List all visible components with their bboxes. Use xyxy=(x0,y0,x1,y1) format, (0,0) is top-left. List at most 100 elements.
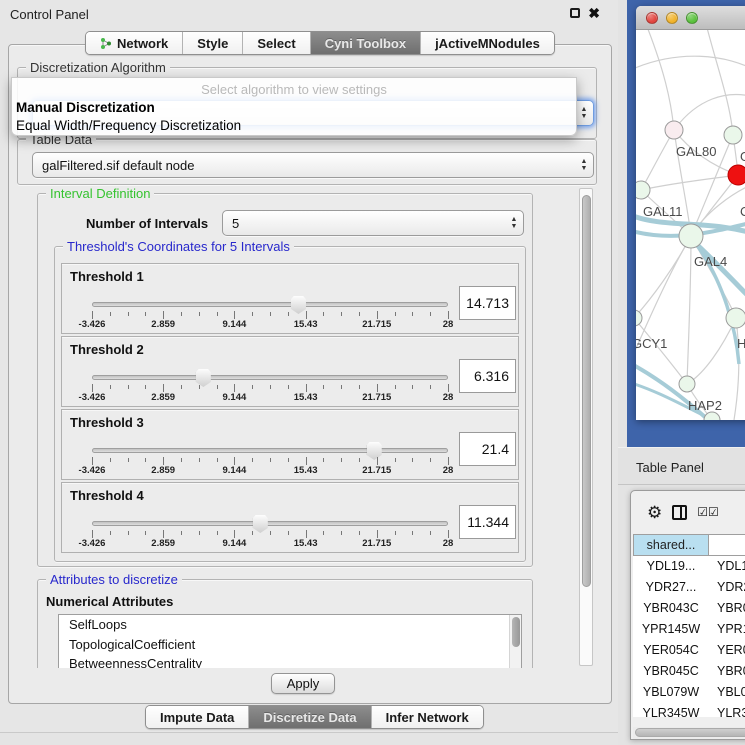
table-hscrollbar xyxy=(633,727,745,739)
table-row[interactable]: YDL19...YDL1 xyxy=(633,556,745,577)
network-edge xyxy=(687,236,691,384)
list-scrollbar-thumb[interactable] xyxy=(512,617,520,647)
table-row[interactable]: YDR27...YDR2 xyxy=(633,577,745,598)
tab-style[interactable]: Style xyxy=(183,32,243,54)
table-cell: YPR145W xyxy=(633,619,709,640)
threshold-slider-track[interactable] xyxy=(92,302,448,307)
columns-icon[interactable] xyxy=(672,505,687,520)
close-traffic-light-icon[interactable] xyxy=(646,12,658,24)
table-hscrollbar-thumb[interactable] xyxy=(635,728,745,737)
slider-tick-labels: -3.4262.8599.14415.4321.71528 xyxy=(92,465,448,477)
float-window-icon[interactable] xyxy=(570,8,580,18)
tab-impute-data[interactable]: Impute Data xyxy=(146,706,249,728)
network-desktop: GAL80GACGAL11GAL4GCY1HHAP2 xyxy=(627,0,745,447)
table-cell: YDR27... xyxy=(633,577,709,598)
table-panel-title: Table Panel xyxy=(636,460,704,475)
table-cell: YER054C xyxy=(633,640,709,661)
tab-discretize-data[interactable]: Discretize Data xyxy=(249,706,371,728)
table-column-header[interactable]: shared... xyxy=(633,534,709,556)
network-node-label: HAP2 xyxy=(688,398,722,413)
table-row[interactable]: YBR045CYBR0 xyxy=(633,661,745,682)
table-column-header[interactable]: n... xyxy=(709,534,745,556)
network-edge xyxy=(636,318,687,384)
network-node-gcy1[interactable] xyxy=(636,310,642,326)
network-edge xyxy=(674,95,745,130)
number-of-intervals-value: 5 xyxy=(223,216,505,231)
table-cell: YBL079W xyxy=(633,682,709,703)
network-node-gal11[interactable] xyxy=(636,181,650,199)
table-data-combobox[interactable]: galFiltered.sif default node ▲▼ xyxy=(32,152,594,178)
table-cell: YBR0 xyxy=(709,661,745,682)
threshold-value-field[interactable] xyxy=(459,359,516,393)
network-edge xyxy=(641,175,738,190)
dropdown-option-equal-width-frequency[interactable]: Equal Width/Frequency Discretization xyxy=(16,118,241,133)
table-cell: YLR345W xyxy=(633,703,709,717)
node-table: shared...n...YDL19...YDL1YDR27...YDR2YBR… xyxy=(633,534,745,717)
slider-ticks xyxy=(92,530,448,538)
tab-label: Style xyxy=(197,36,228,51)
network-icon xyxy=(100,37,112,50)
table-row[interactable]: YBR043CYBR0 xyxy=(633,598,745,619)
table-row[interactable]: YLR345WYLR3 xyxy=(633,703,745,717)
threshold-row-2: Threshold 2-3.4262.8599.14415.4321.71528 xyxy=(61,336,519,407)
zoom-traffic-light-icon[interactable] xyxy=(686,12,698,24)
network-node-c[interactable] xyxy=(728,165,745,185)
tab-network[interactable]: Network xyxy=(86,32,183,54)
top-tab-bar: Network Style SelectCyni Toolbox jActiveMNo… xyxy=(85,31,555,55)
table-cell: YBR0 xyxy=(709,598,745,619)
number-of-intervals-combobox[interactable]: 5 ▲▼ xyxy=(222,210,524,236)
dropdown-option-manual-discretization[interactable]: Manual Discretization xyxy=(16,100,155,115)
tab-label: Infer Network xyxy=(386,710,469,725)
slider-ticks xyxy=(92,457,448,465)
main-scrollbar-thumb[interactable] xyxy=(582,195,591,587)
network-node-label: C xyxy=(740,204,745,219)
threshold-slider-track[interactable] xyxy=(92,375,448,380)
table-toolbar: ⚙ ☑☑ xyxy=(631,491,745,533)
table-row[interactable]: YER054CYER0 xyxy=(633,640,745,661)
close-icon[interactable]: ✖ xyxy=(588,8,600,18)
settings-scroll-area: Interval Definition Number of Intervals … xyxy=(15,187,579,668)
threshold-slider-track[interactable] xyxy=(92,521,448,526)
network-node-ga[interactable] xyxy=(724,126,742,144)
bottom-tab-bar: Impute Data Discretize Data Infer Network xyxy=(145,705,484,729)
table-row[interactable]: YPR145WYPR1 xyxy=(633,619,745,640)
combo-arrows-icon: ▲▼ xyxy=(575,159,593,172)
tab-infer-network[interactable]: Infer Network xyxy=(372,706,483,728)
attribute-list-item[interactable]: TopologicalCoefficient xyxy=(59,635,521,655)
threshold-row-3: Threshold 3-3.4262.8599.14415.4321.71528 xyxy=(61,409,519,480)
network-node-label: GAL80 xyxy=(676,144,716,159)
thresholds-group: Threshold's Coordinates for 5 Intervals … xyxy=(54,246,526,562)
network-node-h[interactable] xyxy=(726,308,745,328)
minimize-traffic-light-icon[interactable] xyxy=(666,12,678,24)
right-panel: GAL80GACGAL11GAL4GCY1HHAP2 Table Panel ⚙… xyxy=(618,0,745,745)
slider-tick-labels: -3.4262.8599.14415.4321.71528 xyxy=(92,392,448,404)
page-title: Control Panel xyxy=(10,7,89,22)
network-node-hap2[interactable] xyxy=(679,376,695,392)
attribute-list-item[interactable]: BetweennessCentrality xyxy=(59,654,521,668)
slider-tick-labels: -3.4262.8599.14415.4321.71528 xyxy=(92,319,448,331)
table-cell: YER0 xyxy=(709,640,745,661)
network-node-label: GA xyxy=(740,149,745,164)
combo-arrows-icon: ▲▼ xyxy=(575,107,593,120)
threshold-row-4: Threshold 4-3.4262.8599.14415.4321.71528 xyxy=(61,482,519,553)
tab-label: Impute Data xyxy=(160,710,234,725)
numerical-attributes-list: SelfLoopsTopologicalCoefficientBetweenne… xyxy=(58,614,522,668)
network-edge xyxy=(687,318,736,384)
table-row[interactable]: YBL079WYBL0 xyxy=(633,682,745,703)
attribute-list-item[interactable]: SelfLoops xyxy=(59,615,521,635)
gear-icon[interactable]: ⚙ xyxy=(647,504,662,521)
threshold-value-field[interactable] xyxy=(459,432,516,466)
tab-jactivemnodules[interactable]: jActiveMNodules xyxy=(421,32,554,54)
network-canvas[interactable]: GAL80GACGAL11GAL4GCY1HHAP2 xyxy=(636,30,745,420)
tab-label: jActiveMNodules xyxy=(435,36,540,51)
apply-button[interactable]: Apply xyxy=(271,673,335,694)
threshold-value-field[interactable] xyxy=(459,505,516,539)
tab-cyni-toolbox[interactable]: Cyni Toolbox xyxy=(311,32,421,54)
network-node-gal80[interactable] xyxy=(665,121,683,139)
tab-select[interactable]: Select xyxy=(243,32,310,54)
threshold-value-field[interactable] xyxy=(459,286,516,320)
network-node-gal4[interactable] xyxy=(679,224,703,248)
threshold-slider-track[interactable] xyxy=(92,448,448,453)
select-columns-checkboxes-icon[interactable]: ☑☑ xyxy=(697,505,719,519)
attributes-group: Attributes to discretize Numerical Attri… xyxy=(37,579,533,668)
